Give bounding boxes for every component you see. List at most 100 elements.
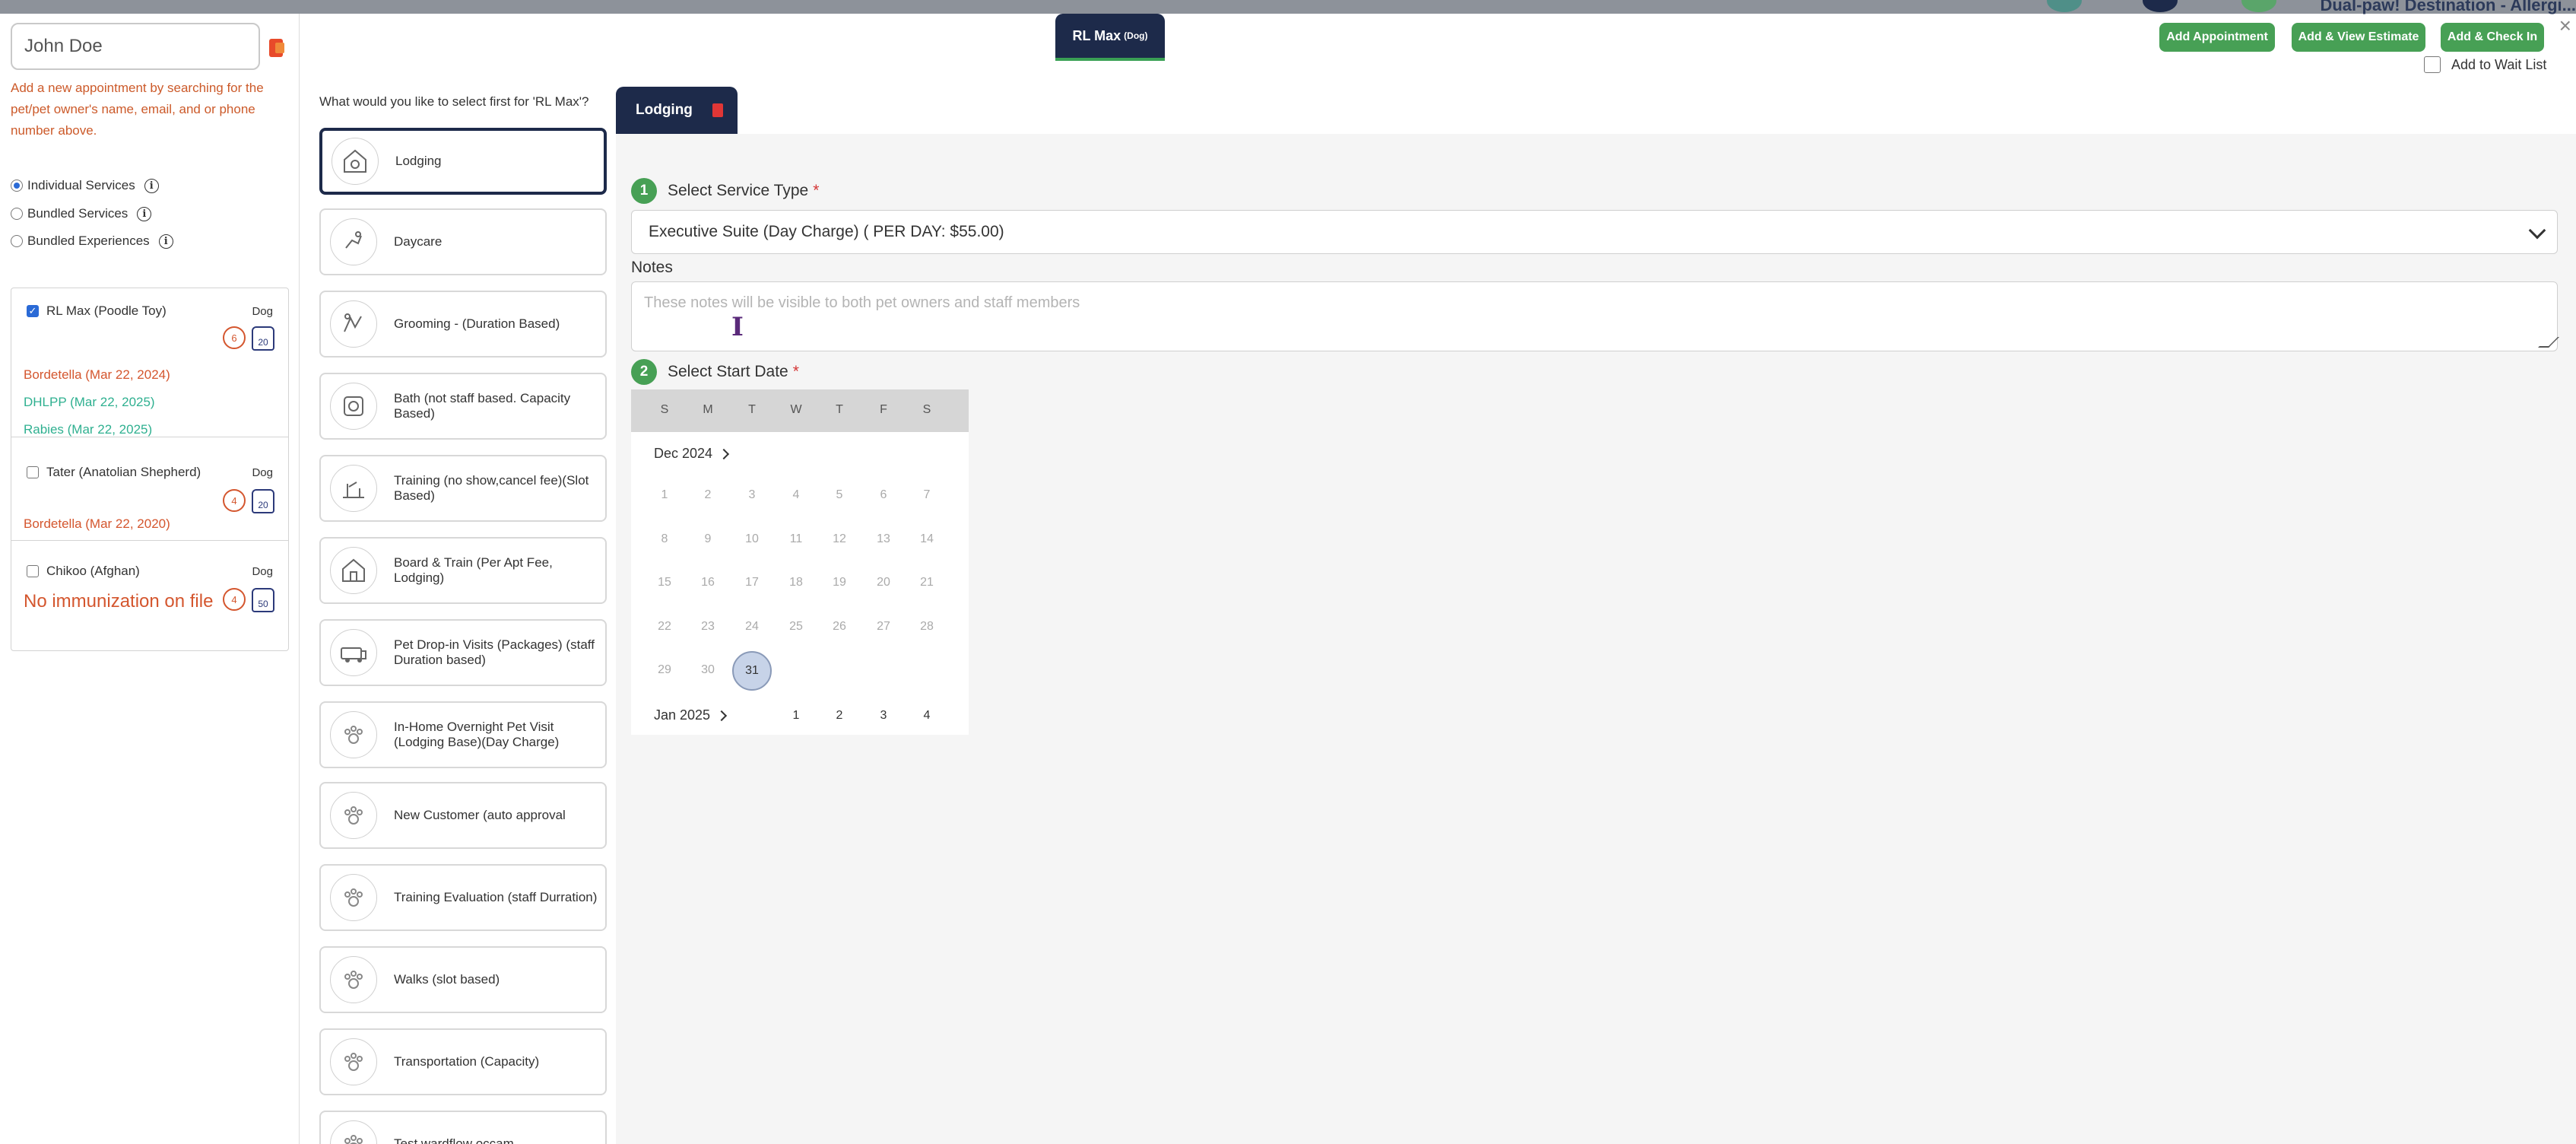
service-card-test-workflow[interactable]: Test wardflow occam (319, 1111, 607, 1144)
wait-list-option[interactable]: Add to Wait List (2424, 56, 2546, 73)
dog-run-icon (330, 218, 377, 265)
calendar-month-jan[interactable]: Jan 2025 (654, 707, 728, 723)
calendar-day[interactable]: 9 (686, 532, 730, 546)
calendar-day[interactable]: 16 (686, 576, 730, 589)
calendar-day[interactable]: 8 (642, 532, 687, 546)
calendar-day[interactable]: 18 (774, 576, 818, 589)
calendar-day[interactable]: 4 (905, 709, 949, 723)
calendar-day[interactable]: 24 (730, 620, 774, 634)
pet-tab-label: RL Max (1072, 27, 1121, 43)
calendar-day[interactable]: 14 (905, 532, 949, 546)
calendar-day[interactable]: 25 (774, 620, 818, 634)
info-icon[interactable]: i (158, 234, 173, 249)
board-train-icon (330, 547, 377, 594)
calendar-day[interactable]: 7 (905, 488, 949, 502)
calendar-day[interactable]: 23 (686, 620, 730, 634)
calendar-day-selected[interactable]: 31 (732, 651, 772, 691)
calendar-day[interactable]: 10 (730, 532, 774, 546)
service-card-bath[interactable]: Bath (not staff based. Capacity Based) (319, 373, 607, 440)
wait-list-checkbox[interactable] (2424, 56, 2441, 73)
add-check-in-button[interactable]: Add & Check In (2441, 23, 2544, 52)
calendar-day[interactable]: 2 (686, 488, 730, 502)
add-appointment-button[interactable]: Add Appointment (2159, 23, 2275, 52)
pet-checkbox[interactable] (27, 565, 39, 577)
calendar-day[interactable]: 4 (774, 488, 818, 502)
radio-bundled-experiences[interactable]: Bundled Experiences i (11, 234, 173, 249)
weekday-label: T (748, 403, 756, 416)
calendar-day[interactable]: 22 (642, 620, 687, 634)
weight-badge: 20 (252, 326, 274, 351)
radio-button[interactable] (11, 208, 23, 220)
calendar-day[interactable]: 12 (817, 532, 861, 546)
calendar-day[interactable]: 19 (817, 576, 861, 589)
radio-bundled-services[interactable]: Bundled Services i (11, 206, 152, 221)
service-card-transportation[interactable]: Transportation (Capacity) (319, 1028, 607, 1095)
pet-header: Chikoo (Afghan) (27, 564, 140, 579)
chevron-right-icon[interactable] (718, 448, 730, 459)
calendar-day[interactable]: 6 (861, 488, 906, 502)
calendar-day[interactable]: 26 (817, 620, 861, 634)
visit-count-badge: 4 (223, 588, 246, 611)
calendar-day[interactable]: 17 (730, 576, 774, 589)
calendar-day[interactable]: 29 (642, 663, 687, 677)
calendar-day[interactable]: 21 (905, 576, 949, 589)
calendar-day[interactable]: 13 (861, 532, 906, 546)
info-icon[interactable]: i (137, 206, 152, 221)
weekday-label: T (836, 403, 843, 416)
calendar-month-dec[interactable]: Dec 2024 (654, 446, 730, 462)
calendar-day[interactable]: 20 (861, 576, 906, 589)
radio-individual-services[interactable]: Individual Services i (11, 178, 159, 193)
chevron-down-icon[interactable] (2528, 221, 2546, 240)
calendar-day[interactable]: 1 (642, 488, 687, 502)
calendar-day[interactable]: 30 (686, 663, 730, 677)
calendar-day[interactable]: 15 (642, 576, 687, 589)
chevron-right-icon[interactable] (716, 710, 728, 721)
calendar-day[interactable]: 27 (861, 620, 906, 634)
paw-icon (330, 874, 377, 921)
info-icon[interactable]: i (144, 178, 159, 193)
calendar-day[interactable]: 28 (905, 620, 949, 634)
resize-handle-icon[interactable] (2538, 337, 2559, 348)
pet-checkbox[interactable] (27, 466, 39, 478)
pet-checkbox[interactable]: ✓ (27, 305, 39, 317)
notes-textarea[interactable]: These notes will be visible to both pet … (631, 281, 2559, 351)
pet-name: Tater (Anatolian Shepherd) (46, 465, 201, 479)
service-card-in-home-overnight[interactable]: In-Home Overnight Pet Visit (Lodging Bas… (319, 701, 607, 768)
service-label: Daycare (394, 234, 443, 249)
document-icon[interactable] (268, 37, 286, 59)
service-card-new-customer[interactable]: New Customer (auto approval (319, 782, 607, 849)
calendar-day[interactable]: 3 (730, 488, 774, 502)
pet-species: Dog (252, 565, 273, 578)
service-card-grooming[interactable]: Grooming - (Duration Based) (319, 291, 607, 358)
service-card-daycare[interactable]: Daycare (319, 208, 607, 275)
trash-icon[interactable] (712, 103, 723, 117)
customer-search-input[interactable]: John Doe (11, 23, 260, 70)
service-card-pet-drop-in[interactable]: Pet Drop-in Visits (Packages) (staff Dur… (319, 619, 607, 686)
service-type-select[interactable]: Executive Suite (Day Charge) ( PER DAY: … (631, 210, 2558, 254)
close-icon[interactable]: × (2559, 14, 2571, 38)
pet-species: Dog (252, 305, 273, 318)
service-label: Test wardflow occam (394, 1136, 514, 1144)
service-card-walks[interactable]: Walks (slot based) (319, 946, 607, 1013)
calendar-day[interactable]: 2 (817, 709, 861, 723)
background-toolbar: Dual-paw! Destination - Allergi... (0, 0, 2576, 14)
service-card-training[interactable]: Training (no show,cancel fee)(Slot Based… (319, 455, 607, 522)
add-view-estimate-button[interactable]: Add & View Estimate (2292, 23, 2425, 52)
tab-pet-rl-max[interactable]: RL Max (Dog) (1055, 14, 1165, 61)
weekday-label: S (660, 403, 669, 416)
service-card-board-train[interactable]: Board & Train (Per Apt Fee, Lodging) (319, 537, 607, 604)
service-card-training-evaluation[interactable]: Training Evaluation (staff Durration) (319, 864, 607, 931)
step-label: Select Start Date (668, 363, 788, 380)
paw-icon (330, 956, 377, 1003)
tab-lodging[interactable]: Lodging (616, 87, 738, 134)
pet-header: Tater (Anatolian Shepherd) (27, 465, 201, 480)
calendar-day[interactable]: 1 (774, 709, 818, 723)
calendar-day[interactable]: 3 (861, 709, 906, 723)
visit-count-badge: 6 (223, 326, 246, 349)
radio-button[interactable] (11, 180, 23, 192)
service-card-lodging[interactable]: Lodging (319, 128, 607, 195)
radio-button[interactable] (11, 235, 23, 247)
calendar-day[interactable]: 5 (817, 488, 861, 502)
calendar-day[interactable]: 11 (774, 532, 818, 546)
bath-icon (330, 383, 377, 430)
